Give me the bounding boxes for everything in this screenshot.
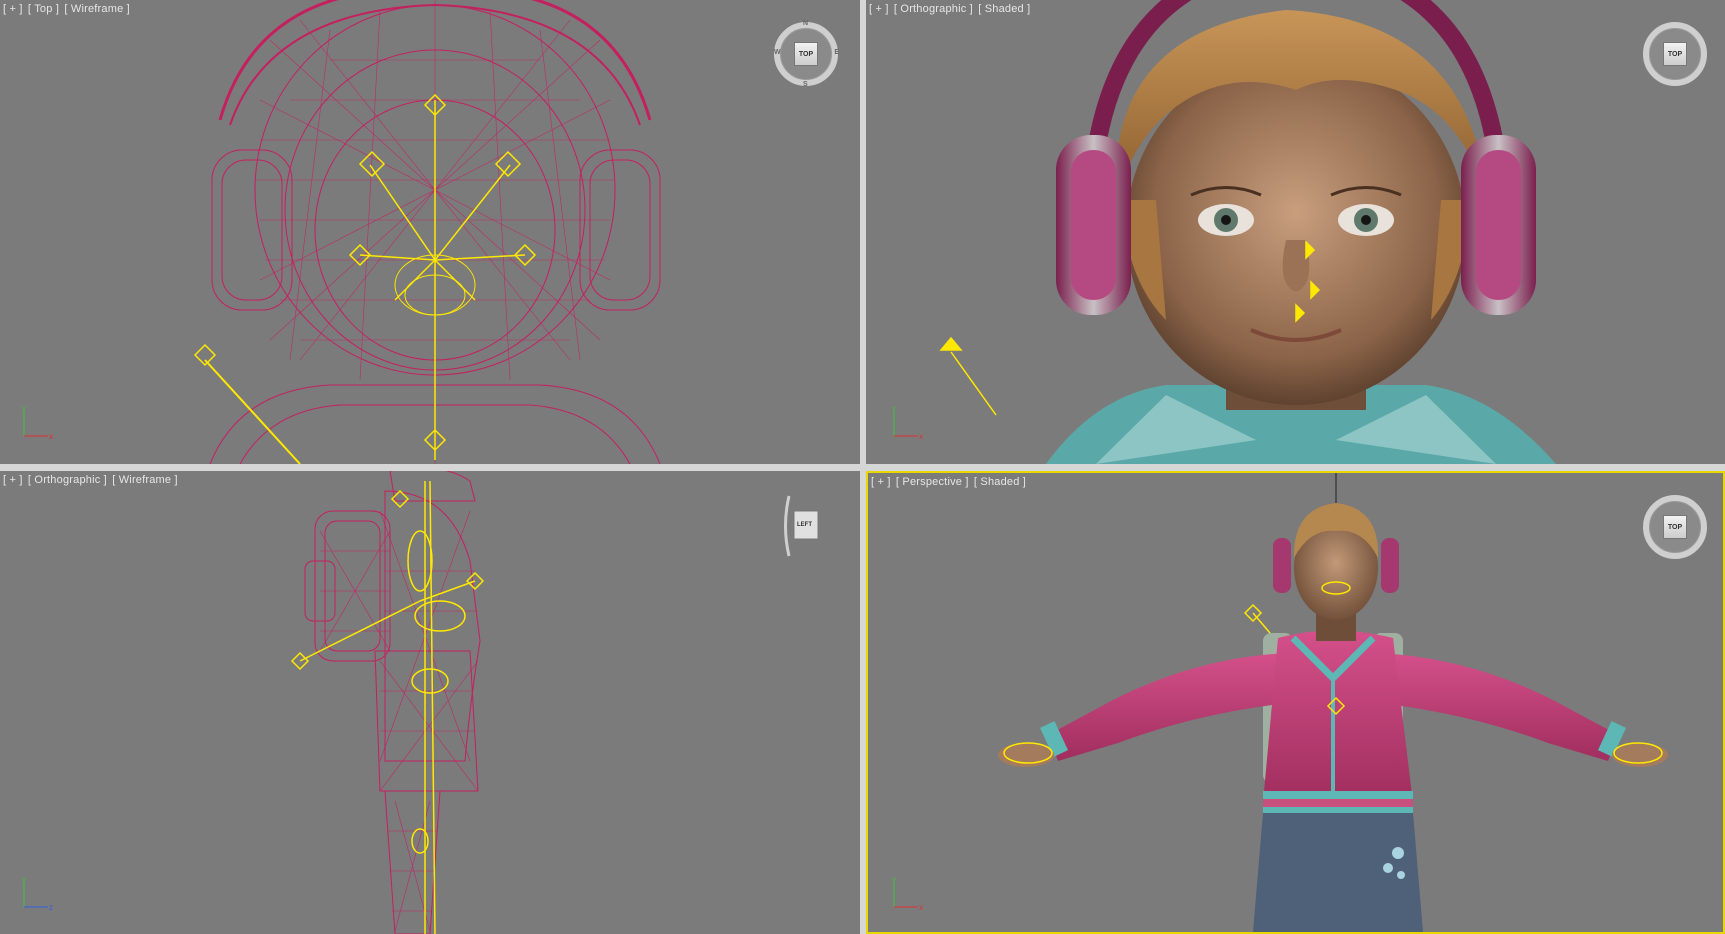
viewcube-top-face[interactable]: TOP — [1663, 42, 1687, 66]
compass-west-label: W — [774, 49, 781, 56]
viewport-view-name[interactable]: [ Orthographic ] — [28, 474, 107, 486]
axis-y-label: y — [22, 875, 26, 884]
wireframe-head-render — [193, 0, 661, 464]
viewport-plus-menu[interactable]: [ + ] — [869, 3, 889, 15]
viewport-shading-mode[interactable]: [ Shaded ] — [978, 3, 1030, 15]
axis-x-label: x — [919, 903, 923, 911]
compass-south-label: S — [803, 81, 808, 88]
viewcube[interactable]: TOP — [1643, 495, 1707, 559]
viewport-label-front[interactable]: [ + ] [ Orthographic ] [ Shaded ] — [869, 3, 1032, 15]
viewport-shading-mode[interactable]: [ Wireframe ] — [112, 474, 178, 486]
viewport-front[interactable]: [ + ] [ Orthographic ] [ Shaded ] TOP y … — [866, 0, 1725, 464]
viewcube-left-face[interactable]: LEFT — [797, 522, 812, 528]
viewport-plus-menu[interactable]: [ + ] — [3, 3, 23, 15]
axis-x-label: x — [49, 432, 53, 440]
viewport-shading-mode[interactable]: [ Shaded ] — [974, 476, 1026, 488]
axis-tripod-icon: y x — [892, 875, 923, 911]
viewcube[interactable]: TOP — [1643, 22, 1707, 86]
viewport-view-name[interactable]: [ Orthographic ] — [894, 3, 973, 15]
axis-tripod-icon: y z — [22, 875, 53, 911]
axis-tripod-icon: y x — [892, 404, 923, 440]
axis-tripod-icon: y x — [22, 404, 53, 440]
axis-y-label: y — [892, 875, 896, 884]
viewcube-top-face[interactable]: TOP — [1663, 515, 1687, 539]
shaded-head-render — [939, 0, 1556, 464]
viewcube[interactable]: LEFT — [784, 491, 822, 561]
viewport-label-top[interactable]: [ + ] [ Top ] [ Wireframe ] — [3, 3, 132, 15]
viewport-label-perspective[interactable]: [ + ] [ Perspective ] [ Shaded ] — [871, 476, 1028, 488]
viewcube[interactable]: N E S W TOP — [774, 20, 839, 88]
viewport-shading-mode[interactable]: [ Wireframe ] — [64, 3, 130, 15]
axis-z-label: z — [49, 903, 53, 911]
viewcube-top-face[interactable]: TOP — [794, 42, 818, 66]
compass-north-label: N — [803, 20, 809, 27]
shaded-body-render — [998, 473, 1668, 932]
axis-y-label: y — [22, 404, 26, 413]
viewport-left[interactable]: [ + ] [ Orthographic ] [ Wireframe ] LEF… — [0, 471, 860, 934]
viewport-plus-menu[interactable]: [ + ] — [871, 476, 891, 488]
wireframe-side-render — [290, 471, 485, 934]
viewport-view-name[interactable]: [ Top ] — [28, 3, 59, 15]
axis-y-label: y — [892, 404, 896, 413]
viewport-view-name[interactable]: [ Perspective ] — [896, 476, 969, 488]
viewport-plus-menu[interactable]: [ + ] — [3, 474, 23, 486]
viewport-label-left[interactable]: [ + ] [ Orthographic ] [ Wireframe ] — [3, 474, 180, 486]
viewport-perspective[interactable]: [ + ] [ Perspective ] [ Shaded ] TOP y x — [866, 471, 1725, 934]
viewport-top[interactable]: [ + ] [ Top ] [ Wireframe ] N E S W TOP … — [0, 0, 860, 464]
axis-x-label: x — [919, 432, 923, 440]
compass-east-label: E — [834, 49, 839, 56]
